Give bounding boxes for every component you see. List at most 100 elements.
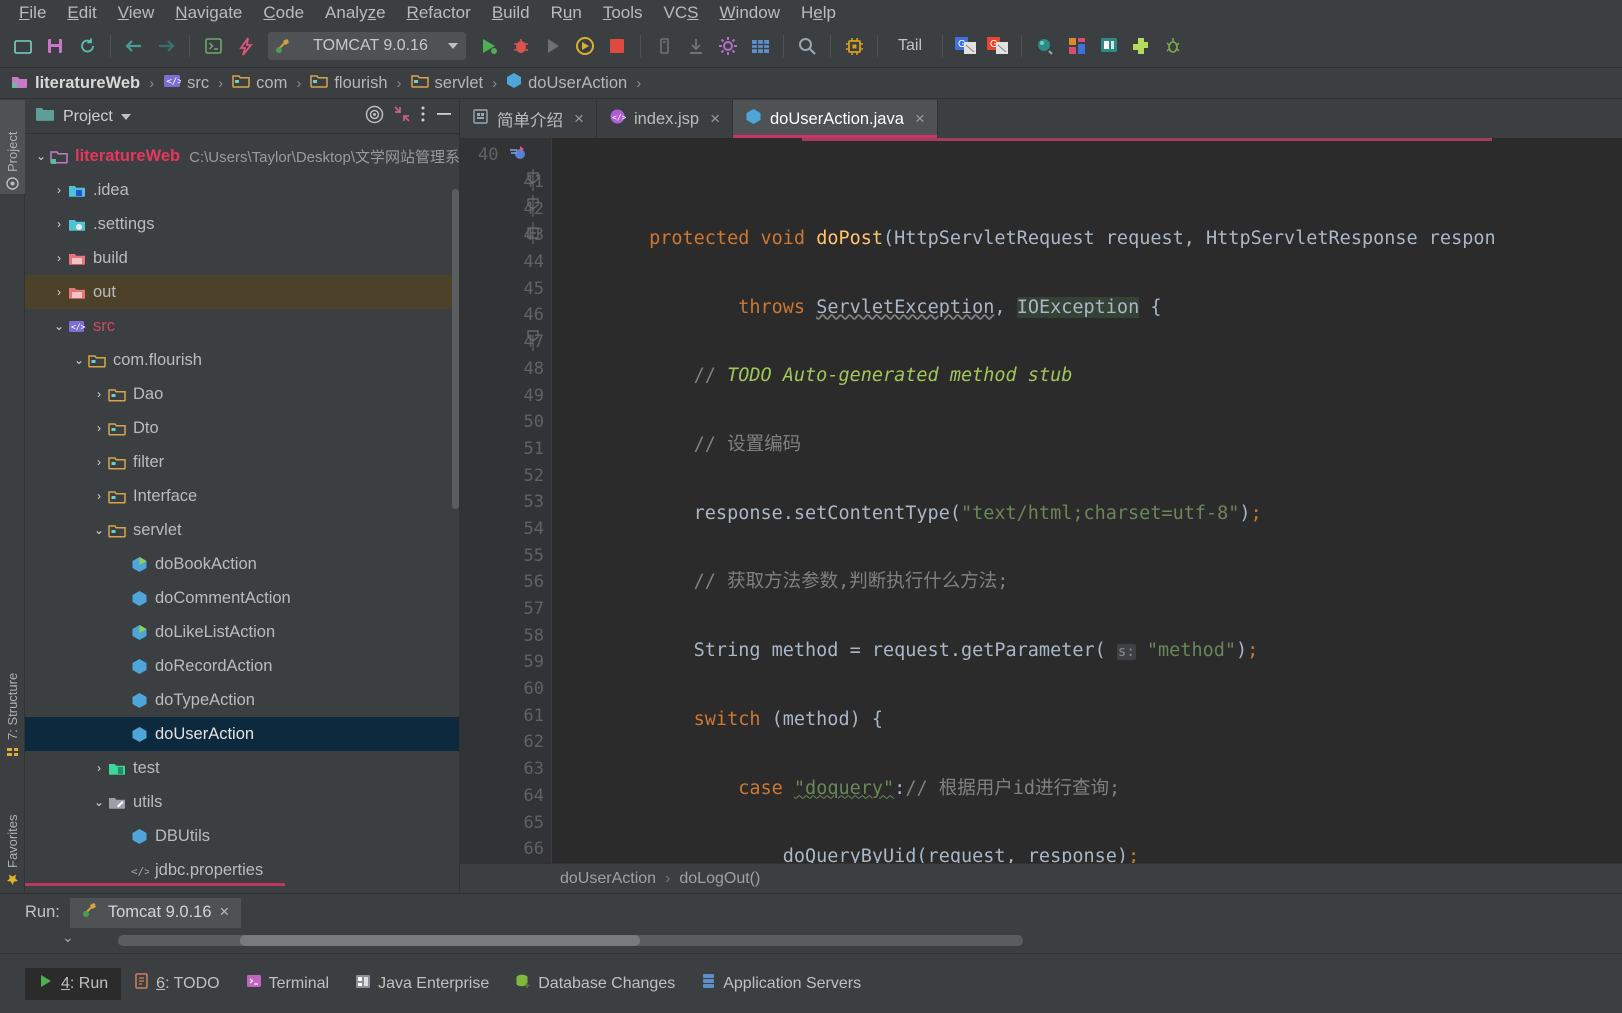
breadcrumb-item-com[interactable]: com — [229, 73, 290, 93]
plugin-icon[interactable] — [1126, 31, 1156, 61]
sync-icon[interactable] — [72, 31, 102, 61]
chevron-right-icon[interactable]: › — [91, 421, 107, 435]
breadcrumb-item-douseraction[interactable]: doUserAction — [503, 72, 630, 94]
status-item-terminal[interactable]: Terminal — [233, 968, 342, 1000]
chevron-right-icon[interactable]: › — [91, 387, 107, 401]
breadcrumb-item-src[interactable]: </> src — [160, 73, 212, 93]
project-tree[interactable]: ⌄ literatureWeb C:\Users\Taylor\Desktop\… — [25, 134, 459, 893]
collapse-all-icon[interactable] — [393, 105, 411, 128]
translate-google-icon[interactable]: G — [951, 31, 981, 61]
tree-item-dao[interactable]: › Dao — [25, 377, 459, 411]
tree-item-dolikelistaction[interactable]: doLikeListAction — [25, 615, 459, 649]
menu-item-navigate[interactable]: Navigate — [166, 2, 251, 24]
chevron-right-icon[interactable]: › — [91, 489, 107, 503]
fold-marker-icon[interactable] — [526, 329, 546, 356]
minimize-icon[interactable] — [435, 105, 453, 128]
tree-item-com-flourish[interactable]: ⌄ com.flourish — [25, 343, 459, 377]
menu-item-help[interactable]: Help — [792, 2, 845, 24]
chevron-down-icon[interactable]: ⌄ — [62, 929, 74, 946]
tree-item-dotypeaction[interactable]: doTypeAction — [25, 683, 459, 717]
close-icon[interactable]: × — [574, 109, 584, 129]
breadcrumb-method[interactable]: doLogOut() — [679, 870, 760, 888]
tree-item-dorecordaction[interactable]: doRecordAction — [25, 649, 459, 683]
chevron-down-icon[interactable]: ⌄ — [91, 795, 107, 809]
breadcrumb-item-literatureweb[interactable]: literatureWeb — [8, 73, 143, 94]
tree-item-servlet[interactable]: ⌄ servlet — [25, 513, 459, 547]
tree-item-dobookaction[interactable]: doBookAction — [25, 547, 459, 581]
tail-button[interactable]: Tail — [886, 37, 934, 55]
stop-icon[interactable] — [602, 31, 632, 61]
tree-item-interface[interactable]: › Interface — [25, 479, 459, 513]
target-icon[interactable] — [365, 105, 384, 129]
chevron-right-icon[interactable]: › — [51, 217, 67, 231]
run-coverage-icon[interactable] — [570, 31, 600, 61]
tree-item-out[interactable]: › out — [25, 275, 459, 309]
chevron-right-icon[interactable]: › — [91, 761, 107, 775]
debug-icon[interactable] — [506, 31, 536, 61]
status-item-java-enterprise[interactable]: Java Enterprise — [342, 968, 502, 1000]
run-gray-icon[interactable] — [538, 31, 568, 61]
editor-gutter[interactable]: 40 41 42 43 44 45 46 47 48 49 50 51 52 5… — [460, 138, 552, 863]
chevron-right-icon[interactable]: › — [51, 251, 67, 265]
close-icon[interactable]: × — [220, 903, 230, 922]
lightning-icon[interactable] — [230, 31, 260, 61]
tree-item-literatureweb[interactable]: ⌄ literatureWeb C:\Users\Taylor\Desktop\… — [25, 139, 459, 173]
save-icon[interactable] — [40, 31, 70, 61]
close-icon[interactable]: × — [710, 109, 720, 129]
tab-index-jsp[interactable]: </> index.jsp × — [597, 100, 733, 138]
chevron-right-icon[interactable]: › — [91, 455, 107, 469]
sidebar-item-structure[interactable]: 7: Structure — [0, 640, 25, 762]
translate-alt-icon[interactable]: G — [983, 31, 1013, 61]
sidebar-item-project[interactable]: Project — [0, 100, 25, 194]
menu-item-vcs[interactable]: VCS — [655, 2, 708, 24]
tab-douseraction-java[interactable]: doUserAction.java × — [733, 100, 938, 138]
database-icon[interactable] — [1062, 31, 1092, 61]
search-icon[interactable] — [792, 31, 822, 61]
status-item-todo[interactable]: 6: TODO — [121, 968, 232, 1000]
tree-item-filter[interactable]: › filter — [25, 445, 459, 479]
build-icon[interactable] — [649, 31, 679, 61]
tree-item-settings[interactable]: › .settings — [25, 207, 459, 241]
menu-item-refactor[interactable]: Refactor — [398, 2, 480, 24]
menu-item-run[interactable]: Run — [542, 2, 591, 24]
fold-marker-icon[interactable] — [526, 221, 546, 249]
fold-marker-icon[interactable] — [526, 168, 546, 196]
code-editor[interactable]: 40 41 42 43 44 45 46 47 48 49 50 51 52 5… — [460, 138, 1622, 863]
status-item-run[interactable]: 4: Run — [25, 967, 122, 1000]
tab-jiandanjieshao[interactable]: 简单介绍 × — [460, 100, 597, 138]
terminal-icon[interactable] — [198, 31, 228, 61]
chip-icon[interactable] — [839, 31, 869, 61]
open-folder-icon[interactable] — [8, 31, 38, 61]
menu-item-window[interactable]: Window — [711, 2, 789, 24]
tree-item-idea[interactable]: › .idea — [25, 173, 459, 207]
chevron-down-icon[interactable]: ⌄ — [71, 353, 87, 367]
forward-arrow-icon[interactable] — [151, 31, 181, 61]
close-icon[interactable]: × — [915, 109, 925, 129]
menu-item-build[interactable]: Build — [483, 2, 539, 24]
chevron-down-icon[interactable]: ⌄ — [51, 319, 67, 333]
bug-icon[interactable] — [1158, 31, 1188, 61]
diagram-icon[interactable] — [1094, 31, 1124, 61]
chevron-down-icon[interactable]: ⌄ — [91, 523, 107, 537]
breadcrumb-item-servlet[interactable]: servlet — [408, 73, 487, 93]
menu-item-tools[interactable]: Tools — [594, 2, 652, 24]
breadcrumb-item-flourish[interactable]: flourish — [307, 73, 390, 93]
override-method-icon[interactable] — [508, 145, 527, 165]
grid-icon[interactable] — [745, 31, 775, 61]
tree-item-docommentaction[interactable]: doCommentAction — [25, 581, 459, 615]
run-icon[interactable] — [474, 31, 504, 61]
tree-item-douseraction[interactable]: doUserAction — [25, 717, 459, 751]
tree-item-src[interactable]: ⌄ </> src — [25, 309, 459, 343]
install-icon[interactable] — [681, 31, 711, 61]
tree-item-test[interactable]: › test — [25, 751, 459, 785]
menu-item-file[interactable]: FFileile — [10, 2, 55, 24]
status-item-database-changes[interactable]: Database Changes — [502, 968, 688, 1000]
sidebar-item-favorites[interactable]: Favorites — [0, 780, 25, 890]
chevron-down-icon[interactable]: ⌄ — [33, 149, 49, 163]
circle-icon[interactable] — [1030, 31, 1060, 61]
tree-item-jdbc-properties[interactable]: </> jdbc.properties — [25, 853, 459, 887]
horizontal-scrollbar-thumb[interactable] — [240, 935, 640, 946]
back-arrow-icon[interactable] — [119, 31, 149, 61]
tree-item-utils[interactable]: ⌄ utils — [25, 785, 459, 819]
status-item-application-servers[interactable]: Application Servers — [688, 968, 874, 1000]
